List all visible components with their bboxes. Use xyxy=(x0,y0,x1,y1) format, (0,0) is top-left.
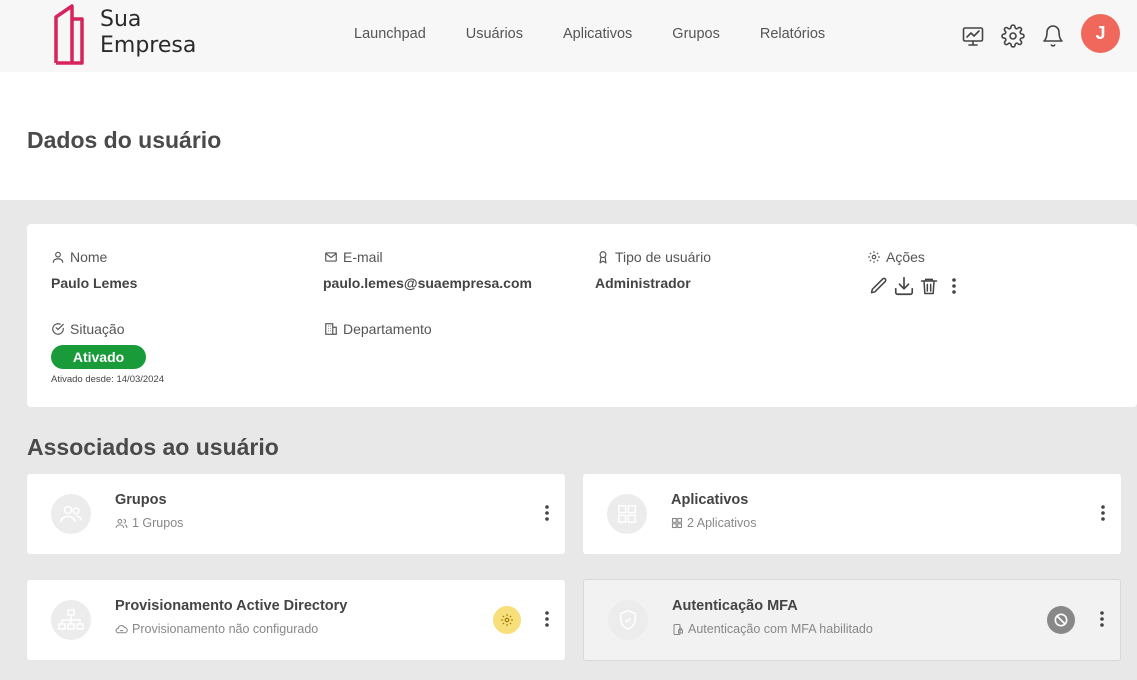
card-subtitle: 1 Grupos xyxy=(115,516,183,530)
gear-small-icon xyxy=(868,251,880,263)
apps-grid-icon xyxy=(618,505,636,523)
users-icon xyxy=(60,505,82,523)
user-avatar[interactable]: J xyxy=(1081,14,1120,53)
user-name: Paulo Lemes xyxy=(51,275,138,291)
edit-button[interactable] xyxy=(867,274,891,298)
kebab-menu-icon xyxy=(545,611,549,627)
applications-card[interactable]: Aplicativos 2 Aplicativos xyxy=(583,474,1121,554)
logo-text: Sua Empresa xyxy=(100,7,197,58)
associated-section-title: Associados ao usuário xyxy=(27,434,279,460)
card-subtitle: Autenticação com MFA habilitado xyxy=(672,622,873,636)
ad-provisioning-more-button[interactable] xyxy=(539,606,555,632)
nav-usuarios[interactable]: Usuários xyxy=(466,26,523,42)
page-header: Dados do usuário xyxy=(0,72,1137,200)
nav-launchpad[interactable]: Launchpad xyxy=(354,26,426,42)
building-icon xyxy=(325,323,337,335)
mfa-card[interactable]: Autenticação MFA Autenticação com MFA ha… xyxy=(583,579,1121,661)
configure-provisioning-button[interactable] xyxy=(493,606,521,634)
gear-icon xyxy=(501,614,513,626)
monitor-chart-icon[interactable] xyxy=(961,24,985,48)
kebab-menu-icon xyxy=(1101,505,1105,521)
logo-mark-icon xyxy=(54,4,84,65)
download-button[interactable] xyxy=(892,274,916,298)
actions-label: Ações xyxy=(867,249,925,265)
groups-more-button[interactable] xyxy=(539,500,555,526)
mfa-more-button[interactable] xyxy=(1094,606,1110,632)
cloud-sync-icon xyxy=(115,624,128,633)
card-subtitle: 2 Aplicativos xyxy=(671,516,756,530)
shield-check-icon xyxy=(619,610,637,630)
bell-icon[interactable] xyxy=(1041,24,1065,48)
name-label: Nome xyxy=(51,249,107,265)
card-subtitle: Provisionamento não configurado xyxy=(115,622,318,636)
user-details-card: Nome Paulo Lemes E-mail paulo.lemes@suae… xyxy=(27,224,1137,407)
groups-avatar xyxy=(51,494,91,534)
company-logo[interactable]: Sua Empresa xyxy=(52,3,202,65)
email-label: E-mail xyxy=(324,249,383,265)
card-title: Grupos xyxy=(115,492,167,508)
status-label: Situação xyxy=(51,321,124,337)
mfa-disabled-button[interactable] xyxy=(1047,606,1075,634)
kebab-menu-icon xyxy=(545,505,549,521)
trash-icon xyxy=(920,278,938,295)
badge-ribbon-icon xyxy=(599,251,607,264)
download-icon xyxy=(894,276,914,296)
nav-relatorios[interactable]: Relatórios xyxy=(760,26,825,42)
pencil-icon xyxy=(870,277,887,294)
mfa-avatar xyxy=(608,600,648,640)
hierarchy-icon xyxy=(58,609,84,630)
applications-more-button[interactable] xyxy=(1095,500,1111,526)
groups-card[interactable]: Grupos 1 Grupos xyxy=(27,474,565,554)
ad-provisioning-card[interactable]: Provisionamento Active Directory Provisi… xyxy=(27,580,565,660)
user-email: paulo.lemes@suaempresa.com xyxy=(323,275,532,291)
nav-aplicativos[interactable]: Aplicativos xyxy=(563,26,632,42)
card-title: Aplicativos xyxy=(671,492,749,508)
card-title: Autenticação MFA xyxy=(672,598,798,614)
status-badge: Ativado xyxy=(51,345,146,369)
phone-lock-icon xyxy=(673,623,683,635)
check-circle-icon xyxy=(52,323,64,335)
users-small-icon xyxy=(115,518,128,528)
department-label: Departamento xyxy=(324,321,432,337)
card-title: Provisionamento Active Directory xyxy=(115,598,348,614)
apps-grid-small-icon xyxy=(671,517,683,529)
nav-grupos[interactable]: Grupos xyxy=(672,26,720,42)
envelope-icon xyxy=(325,252,337,262)
kebab-menu-icon xyxy=(1100,611,1104,627)
top-navigation-bar: Sua Empresa Launchpad Usuários Aplicativ… xyxy=(0,0,1137,72)
status-since: Ativado desde: 14/03/2024 xyxy=(51,374,165,385)
main-nav: Launchpad Usuários Aplicativos Grupos Re… xyxy=(354,26,865,42)
user-type: Administrador xyxy=(595,275,691,291)
kebab-menu-icon xyxy=(952,278,956,294)
applications-avatar xyxy=(607,494,647,534)
page-title: Dados do usuário xyxy=(27,127,222,153)
person-icon xyxy=(52,251,64,263)
user-actions xyxy=(867,274,967,298)
delete-button[interactable] xyxy=(917,274,941,298)
block-icon xyxy=(1054,613,1068,627)
ad-provisioning-avatar xyxy=(51,600,91,640)
user-type-label: Tipo de usuário xyxy=(596,249,711,265)
more-actions-button[interactable] xyxy=(942,274,966,298)
gear-icon[interactable] xyxy=(1001,24,1025,48)
